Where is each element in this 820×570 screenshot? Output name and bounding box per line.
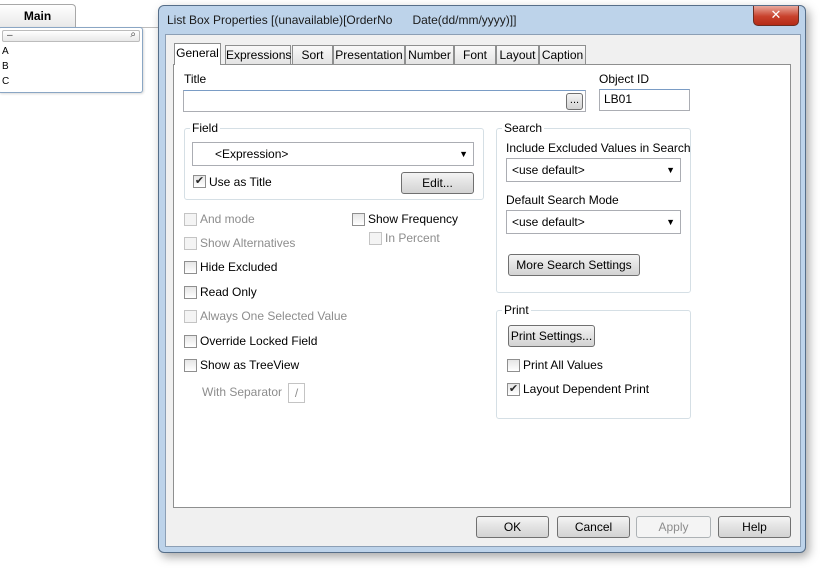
show-frequency-checkbox[interactable] (352, 213, 365, 226)
chevron-down-icon: ▼ (666, 165, 675, 175)
include-excluded-value: <use default> (512, 163, 585, 177)
and-mode-checkbox[interactable] (184, 213, 197, 226)
and-mode-label: And mode (200, 212, 255, 226)
cancel-button[interactable]: Cancel (557, 516, 630, 538)
with-separator-label: With Separator (202, 385, 283, 399)
checkmark-icon: ✔ (508, 383, 519, 395)
use-as-title-checkbox[interactable]: ✔ (193, 175, 206, 188)
tab-general[interactable]: General (174, 43, 221, 65)
tab-layout[interactable]: Layout (496, 45, 539, 64)
tab-number[interactable]: Number (405, 45, 454, 64)
print-all-values-checkbox[interactable] (507, 359, 520, 372)
hide-excluded-label: Hide Excluded (200, 260, 278, 274)
print-all-values-label: Print All Values (523, 358, 603, 372)
print-group-title: Print (502, 303, 531, 317)
tab-font[interactable]: Font (454, 45, 496, 64)
in-percent-checkbox[interactable] (369, 232, 382, 245)
object-id-input[interactable]: LB01 (599, 89, 690, 111)
override-locked-field-checkbox[interactable] (184, 335, 197, 348)
in-percent-label: In Percent (385, 231, 440, 245)
tab-caption[interactable]: Caption (539, 45, 586, 64)
field-select-value: <Expression> (215, 147, 289, 161)
default-search-mode-select[interactable]: <use default> ▼ (506, 210, 681, 234)
object-id-value: LB01 (604, 92, 633, 106)
include-excluded-label: Include Excluded Values in Search (506, 141, 691, 155)
title-input[interactable] (183, 90, 586, 112)
chevron-down-icon: ▼ (459, 149, 468, 159)
include-excluded-select[interactable]: <use default> ▼ (506, 158, 681, 182)
show-as-treeview-label: Show as TreeView (200, 358, 300, 372)
listbox-item[interactable]: C (2, 75, 9, 89)
print-settings-button[interactable]: Print Settings... (508, 325, 595, 347)
listbox[interactable]: – ⌕ A B C (0, 27, 143, 93)
title-label: Title (184, 72, 207, 86)
close-button[interactable]: ✕ (753, 6, 799, 26)
override-locked-field-label: Override Locked Field (200, 334, 318, 348)
more-search-settings-button[interactable]: More Search Settings (508, 254, 640, 276)
tab-sort[interactable]: Sort (292, 45, 333, 64)
layout-dependent-print-label: Layout Dependent Print (523, 382, 650, 396)
show-alternatives-label: Show Alternatives (200, 236, 296, 250)
list-box-properties-dialog: List Box Properties [(unavailable)[Order… (158, 5, 806, 553)
chevron-down-icon: ▼ (666, 217, 675, 227)
show-as-treeview-checkbox[interactable] (184, 359, 197, 372)
show-frequency-label: Show Frequency (368, 212, 459, 226)
edit-button[interactable]: Edit... (401, 172, 474, 194)
apply-button[interactable]: Apply (636, 516, 711, 538)
use-as-title-label: Use as Title (209, 175, 272, 189)
tab-expressions[interactable]: Expressions (225, 45, 291, 64)
default-search-mode-label: Default Search Mode (506, 193, 619, 207)
listbox-item[interactable]: A (2, 45, 9, 59)
dialog-title: List Box Properties [(unavailable)[Order… (167, 13, 517, 27)
listbox-search-input[interactable]: – ⌕ (2, 30, 140, 42)
ok-button[interactable]: OK (476, 516, 549, 538)
show-alternatives-checkbox[interactable] (184, 237, 197, 250)
default-search-mode-value: <use default> (512, 215, 585, 229)
always-one-selected-checkbox[interactable] (184, 310, 197, 323)
always-one-selected-label: Always One Selected Value (200, 309, 348, 323)
search-icon: ⌕ (130, 29, 136, 40)
object-id-label: Object ID (599, 72, 650, 86)
title-browse-button[interactable]: ... (566, 93, 583, 110)
hide-excluded-checkbox[interactable] (184, 261, 197, 274)
tab-presentation[interactable]: Presentation (333, 45, 405, 64)
dialog-client-area: General Expressions Sort Presentation Nu… (165, 34, 801, 547)
separator-input[interactable]: / (288, 383, 305, 403)
separator-value: / (294, 386, 299, 400)
sheet-tab-main[interactable]: Main (0, 4, 76, 27)
read-only-checkbox[interactable] (184, 286, 197, 299)
listbox-search-placeholder: – (7, 30, 13, 41)
help-button[interactable]: Help (718, 516, 791, 538)
search-group-title: Search (502, 121, 545, 135)
read-only-label: Read Only (200, 285, 257, 299)
layout-dependent-print-checkbox[interactable]: ✔ (507, 383, 520, 396)
field-select[interactable]: <Expression> ▼ (192, 142, 474, 166)
general-tab-panel: Title ... Object ID LB01 Field <Expressi… (173, 64, 791, 508)
close-icon: ✕ (770, 7, 782, 22)
listbox-item[interactable]: B (2, 60, 9, 74)
checkmark-icon: ✔ (194, 175, 205, 187)
field-group-title: Field (190, 121, 221, 135)
